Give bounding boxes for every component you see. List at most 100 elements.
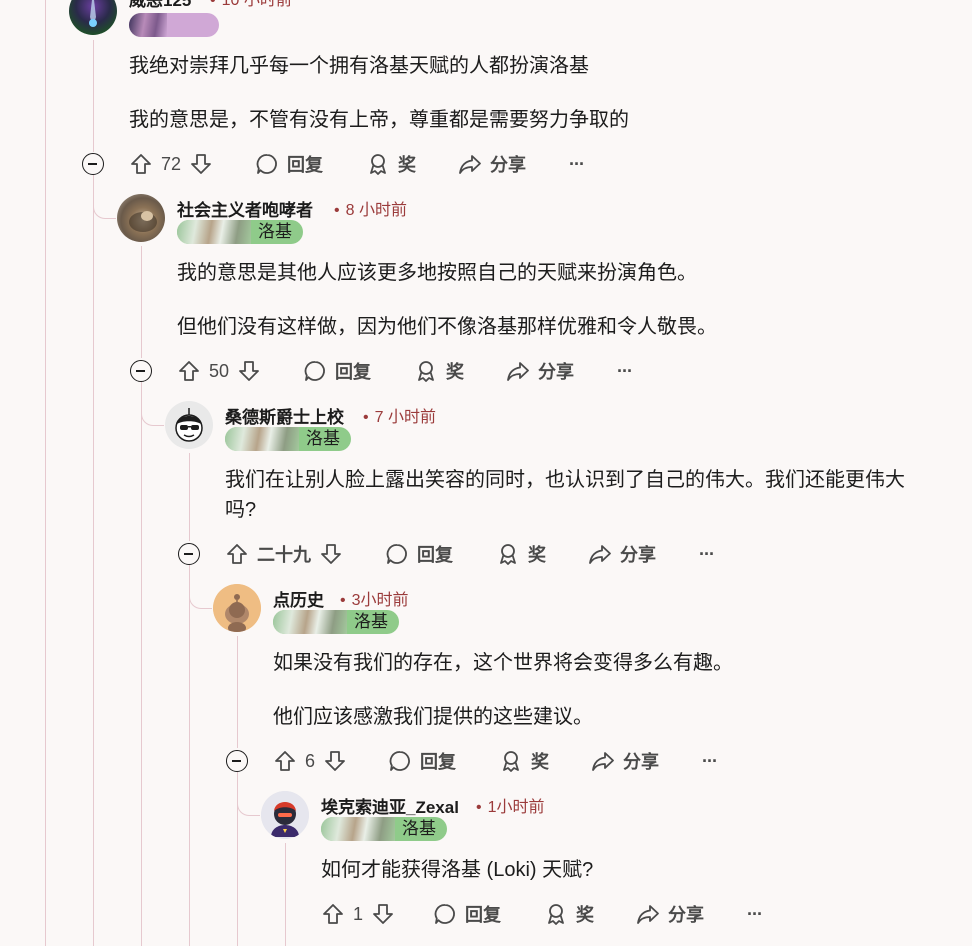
award-label: 奖 (531, 752, 549, 772)
avatar[interactable] (69, 0, 117, 35)
share-button[interactable]: 分享 (506, 354, 574, 388)
comment-paragraph: 我的意思是，不管有没有上帝，尊重都是需要努力争取的 (129, 109, 629, 131)
flair-image (273, 610, 347, 634)
more-icon: ··· (569, 153, 585, 174)
reply-button[interactable]: 回复 (385, 537, 453, 571)
elbow-connector (93, 176, 116, 219)
reply-button[interactable]: 回复 (255, 147, 323, 181)
award-icon (503, 751, 519, 772)
share-icon (459, 155, 481, 174)
comment-time: • 7 小时前 (363, 403, 436, 427)
vote-count: 1 (353, 903, 364, 924)
reply-label: 回复 (465, 905, 501, 925)
time-text: 3小时前 (351, 592, 409, 609)
share-button[interactable]: 分享 (591, 744, 659, 778)
comment-bubble-icon (304, 361, 325, 381)
downvote-icon[interactable] (319, 542, 343, 566)
time-dot: • (340, 592, 346, 609)
avatar[interactable] (165, 401, 213, 449)
award-label: 奖 (528, 545, 546, 565)
award-icon (500, 544, 516, 565)
upvote-icon[interactable] (321, 902, 345, 926)
author-name[interactable]: 威恶125 (129, 0, 191, 11)
share-button[interactable]: 分享 (458, 147, 526, 181)
vote-count: 6 (305, 750, 316, 771)
award-button[interactable]: 奖 (544, 897, 594, 931)
comment-paragraph: 我们在让别人脸上露出笑容的同时，也认识到了自己的伟大。我们还能更伟大 (225, 469, 905, 491)
thread-line-1[interactable] (93, 175, 94, 946)
comment-bubble-icon (434, 904, 455, 924)
award-button[interactable]: 奖 (499, 744, 549, 778)
share-button[interactable]: 分享 (588, 537, 656, 571)
award-label: 奖 (446, 362, 464, 382)
award-button[interactable]: 奖 (414, 354, 464, 388)
thread-line-child-4[interactable] (285, 843, 286, 946)
share-button[interactable]: 分享 (636, 897, 704, 931)
upvote-icon[interactable] (129, 152, 153, 176)
user-flair (129, 13, 219, 37)
vote-group: 二十九 (225, 537, 343, 571)
user-flair: 洛基 (177, 220, 303, 244)
upvote-icon[interactable] (225, 542, 249, 566)
avatar[interactable] (261, 791, 309, 839)
reply-button[interactable]: 回复 (303, 354, 371, 388)
elbow-connector (237, 773, 260, 816)
share-label: 分享 (620, 545, 656, 565)
collapse-thread-button[interactable] (226, 750, 248, 772)
author-name[interactable]: 桑德斯爵士上校 (225, 403, 344, 428)
thread-line-3[interactable] (189, 565, 190, 946)
upvote-icon[interactable] (177, 359, 201, 383)
downvote-icon[interactable] (237, 359, 261, 383)
comment-paragraph: 他们应该感激我们提供的这些建议。 (273, 706, 593, 728)
more-options-button[interactable]: ··· (747, 897, 763, 931)
award-button[interactable]: 奖 (496, 537, 546, 571)
avatar[interactable] (213, 584, 261, 632)
more-options-button[interactable]: ··· (702, 744, 718, 778)
reply-button[interactable]: 回复 (433, 897, 501, 931)
vote-count: 二十九 (257, 545, 311, 565)
elbow-connector (141, 383, 164, 426)
thread-line-child-2[interactable] (189, 453, 190, 541)
downvote-icon[interactable] (323, 749, 347, 773)
award-label: 奖 (398, 155, 416, 175)
vote-group: 72 (129, 147, 213, 181)
more-options-button[interactable]: ··· (699, 537, 715, 571)
comment-time: • 1小时前 (476, 793, 545, 817)
award-icon (548, 904, 564, 925)
thread-line-2[interactable] (141, 382, 142, 946)
flair-text: 洛基 (402, 819, 436, 838)
reply-label: 回复 (335, 362, 371, 382)
author-name[interactable]: 埃克索迪亚_Zexal (321, 793, 459, 818)
share-icon (589, 545, 611, 564)
comment-bubble-icon (386, 544, 407, 564)
more-options-button[interactable]: ··· (569, 147, 585, 181)
upvote-icon[interactable] (273, 749, 297, 773)
more-icon: ··· (699, 543, 715, 564)
flair-text: 洛基 (306, 429, 340, 448)
collapse-thread-button[interactable] (178, 543, 200, 565)
reply-label: 回复 (287, 155, 323, 175)
more-icon: ··· (702, 750, 718, 771)
comment-paragraph: 我绝对崇拜几乎每一个拥有洛基天赋的人都扮演洛基 (129, 55, 589, 77)
comment-paragraph: 如何才能获得洛基 (Loki) 天赋? (321, 859, 594, 881)
comment-paragraph: 但他们没有这样做，因为他们不像洛基那样优雅和令人敬畏。 (177, 316, 717, 338)
award-button[interactable]: 奖 (366, 147, 416, 181)
thread-line-child-3[interactable] (237, 636, 238, 748)
thread-line-child-1[interactable] (141, 246, 142, 358)
more-icon: ··· (747, 903, 763, 924)
thread-line-0[interactable] (45, 0, 46, 946)
share-label: 分享 (490, 155, 526, 175)
reply-button[interactable]: 回复 (388, 744, 456, 778)
more-options-button[interactable]: ··· (617, 354, 633, 388)
comment-time: • 8 小时前 (334, 196, 407, 220)
collapse-thread-button[interactable] (130, 360, 152, 382)
avatar[interactable] (117, 194, 165, 242)
downvote-icon[interactable] (371, 902, 395, 926)
author-name[interactable]: 点历史 (273, 586, 324, 611)
award-icon (418, 361, 434, 382)
thread-line-child-0[interactable] (93, 40, 94, 152)
downvote-icon[interactable] (189, 152, 213, 176)
author-name[interactable]: 社会主义者咆哮者 (177, 196, 313, 221)
collapse-thread-button[interactable] (82, 153, 104, 175)
time-text: 7 小时前 (374, 409, 436, 426)
